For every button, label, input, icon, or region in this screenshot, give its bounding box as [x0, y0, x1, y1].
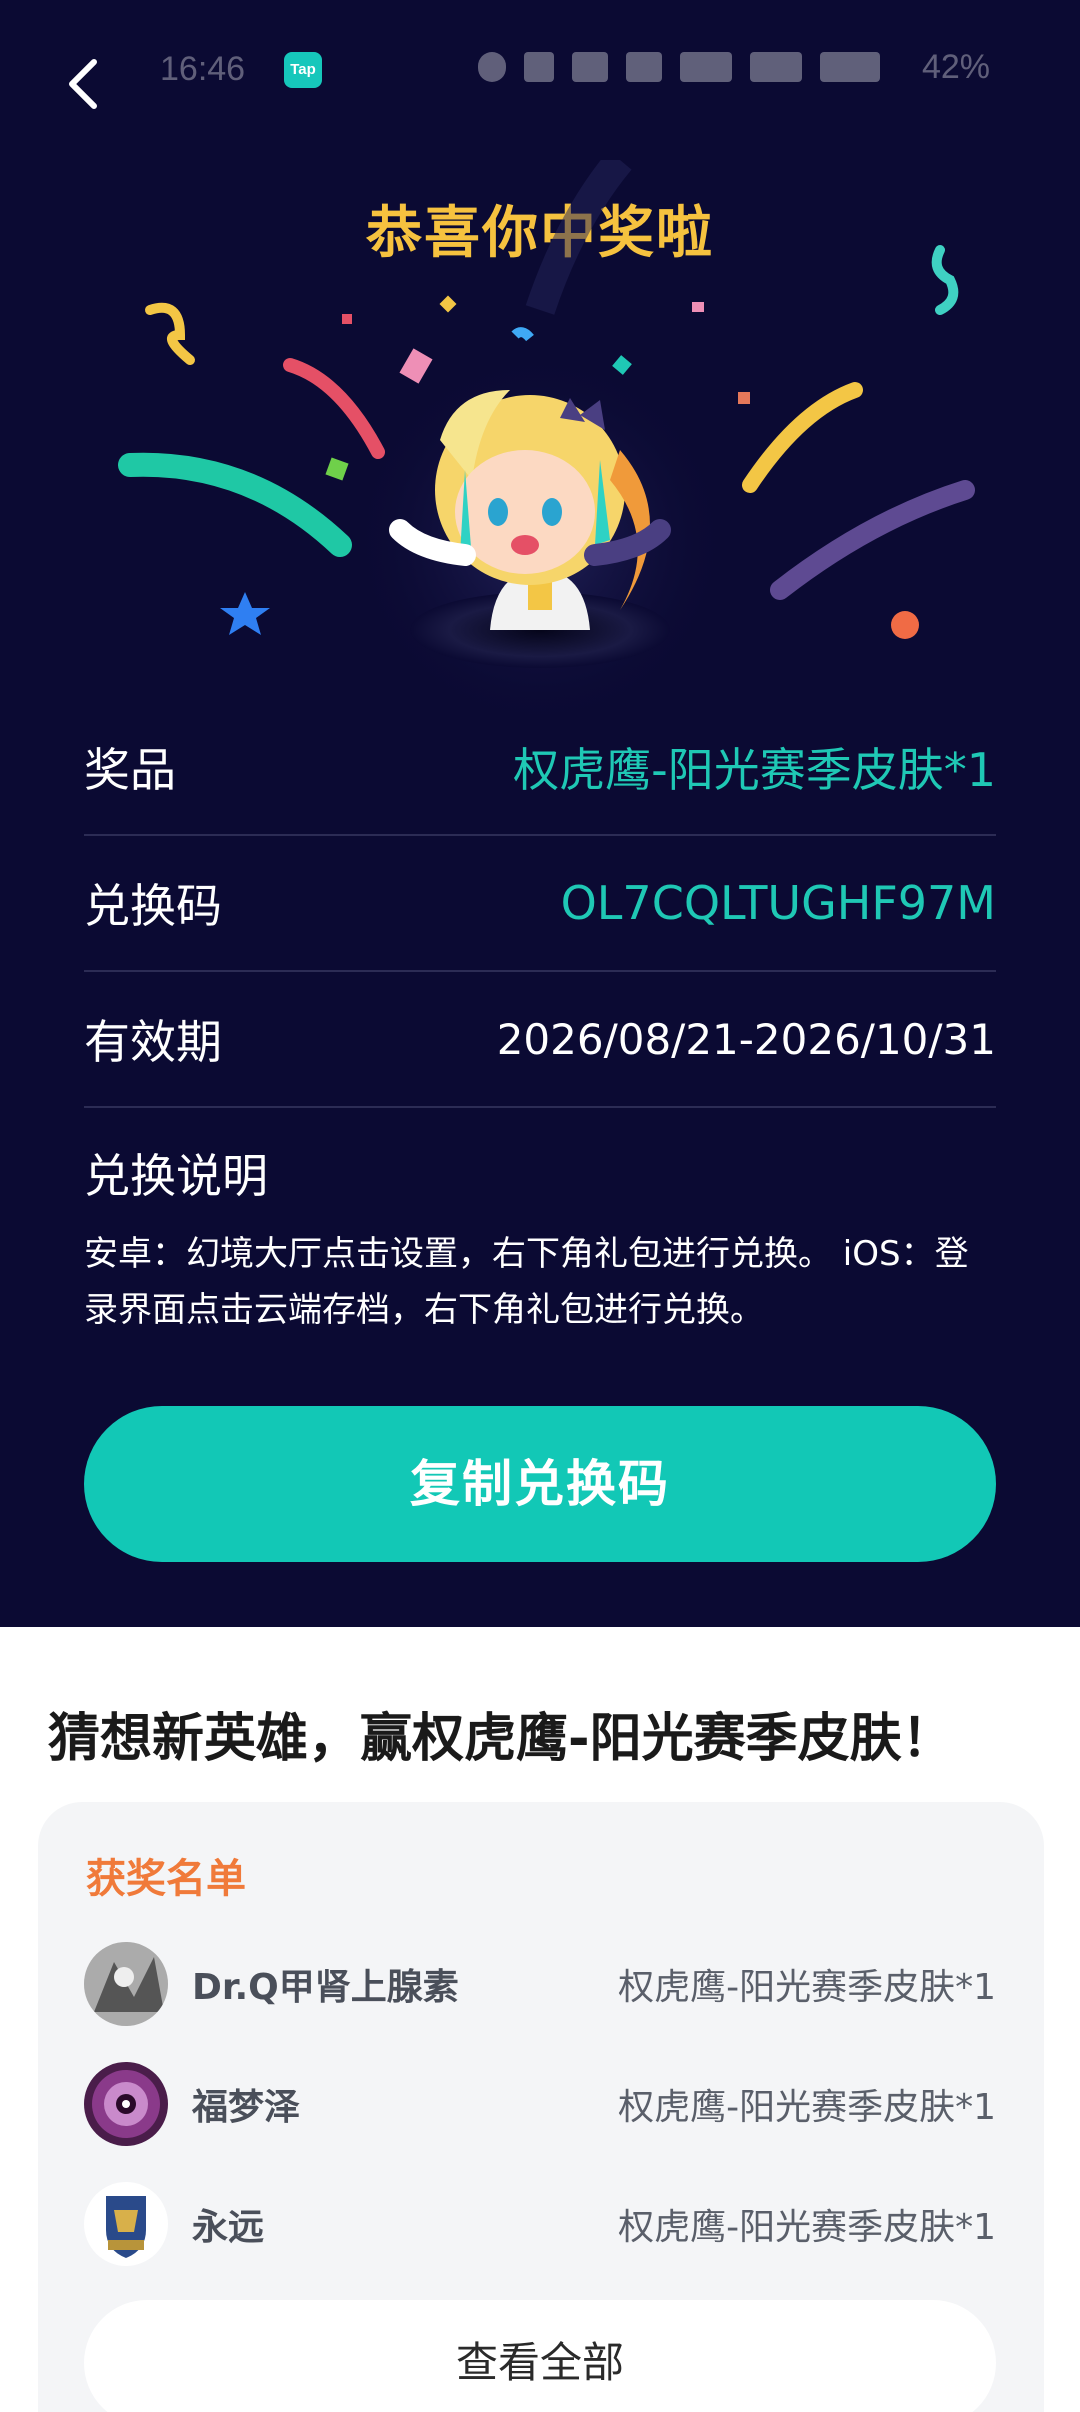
redeem-code-label: 兑换码 — [84, 879, 222, 933]
status-time: 16:46 — [160, 50, 246, 88]
copy-code-button[interactable]: 复制兑换码 — [84, 1406, 996, 1562]
battery-icon — [820, 52, 880, 82]
prize-panel: 16:46 Tap 42% 恭喜你中奖啦 奖品 权虎鹰-阳光赛季皮肤*1 兑换码… — [0, 0, 1080, 1627]
winner-prize: 权虎鹰-阳光赛季皮肤*1 — [618, 2087, 996, 2128]
winners-title: 获奖名单 — [86, 1856, 246, 1902]
winner-prize: 权虎鹰-阳光赛季皮肤*1 — [618, 2207, 996, 2248]
winner-name: 永远 — [192, 2207, 265, 2248]
winner-row: 福梦泽 权虎鹰-阳光赛季皮肤*1 — [84, 2062, 996, 2146]
prize-value: 权虎鹰-阳光赛季皮肤*1 — [513, 743, 996, 797]
avatar — [84, 2182, 168, 2266]
data-speed-icon — [572, 52, 608, 82]
instructions-text: 安卓：幻境大厅点击设置，右下角礼包进行兑换。 iOS：登录界面点击云端存档，右下… — [84, 1234, 969, 1330]
redeem-code-row: 兑换码 OL7CQLTUGHF97M — [84, 836, 996, 972]
nfc-icon — [626, 52, 662, 82]
validity-value: 2026/08/21-2026/10/31 — [496, 1014, 996, 1064]
prize-row: 奖品 权虎鹰-阳光赛季皮肤*1 — [84, 700, 996, 836]
taptap-badge-icon: Tap — [284, 52, 322, 88]
view-all-button[interactable]: 查看全部 — [84, 2300, 996, 2412]
mascot-celebration-illustration — [118, 160, 975, 730]
winner-prize: 权虎鹰-阳光赛季皮肤*1 — [618, 1967, 996, 2008]
validity-row: 有效期 2026/08/21-2026/10/31 — [84, 972, 996, 1108]
signal-2-icon — [750, 52, 802, 82]
signal-1-icon — [680, 52, 732, 82]
event-title: 猜想新英雄，赢权虎鹰-阳光赛季皮肤！ — [48, 1709, 954, 1769]
winner-name: Dr.Q甲肾上腺素 — [192, 1967, 459, 2008]
winner-row: Dr.Q甲肾上腺素 权虎鹰-阳光赛季皮肤*1 — [84, 1942, 996, 2026]
redeem-code-value[interactable]: OL7CQLTUGHF97M — [561, 876, 996, 930]
avatar — [84, 2062, 168, 2146]
prize-label: 奖品 — [84, 743, 176, 797]
alarm-icon — [478, 52, 506, 82]
battery-percent: 42% — [921, 48, 990, 86]
validity-label: 有效期 — [84, 1015, 222, 1069]
system-icons — [478, 52, 880, 82]
avatar — [84, 1942, 168, 2026]
prize-info-list: 奖品 权虎鹰-阳光赛季皮肤*1 兑换码 OL7CQLTUGHF97M 有效期 2… — [84, 700, 996, 1108]
winner-row: 永远 权虎鹰-阳光赛季皮肤*1 — [84, 2182, 996, 2266]
status-bar: 16:46 Tap 42% — [0, 40, 1080, 109]
vibrate-icon — [524, 52, 554, 82]
instructions-title: 兑换说明 — [84, 1149, 268, 1203]
back-arrow-icon[interactable] — [56, 54, 116, 114]
winners-card: 获奖名单 Dr.Q甲肾上腺素 权虎鹰-阳光赛季皮肤*1 福梦泽 权虎鹰-阳光赛季… — [38, 1802, 1044, 2412]
winner-name: 福梦泽 — [192, 2087, 301, 2128]
